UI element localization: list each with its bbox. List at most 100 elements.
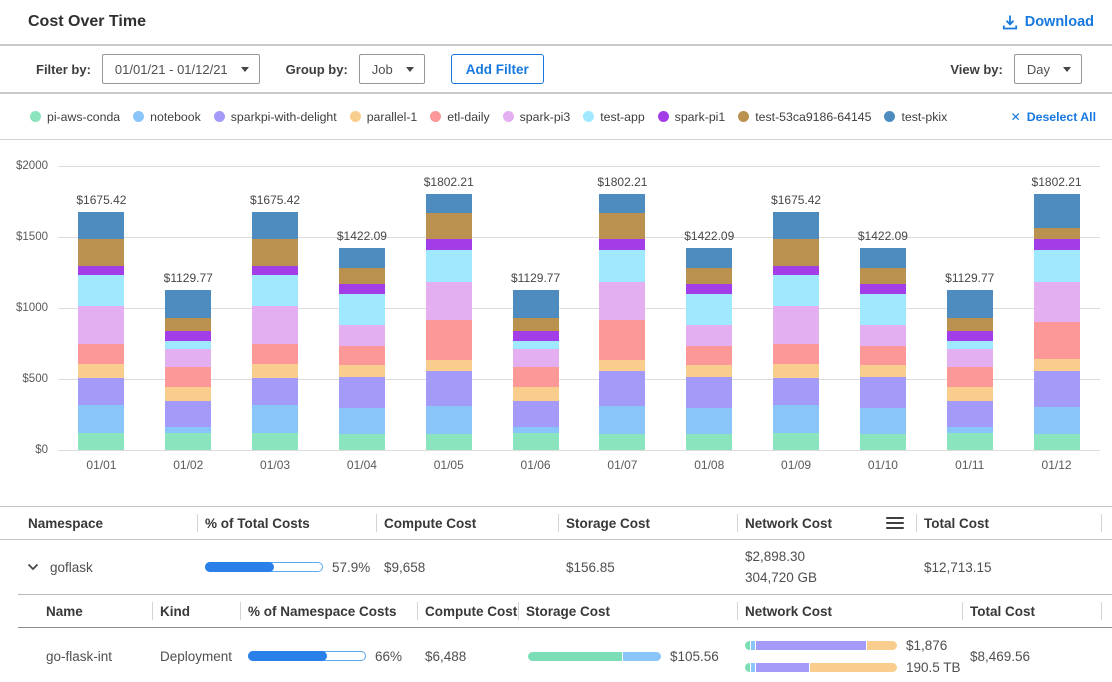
bar-segment-spark-pi3[interactable]: [860, 325, 906, 346]
bar-segment-etl-daily[interactable]: [339, 346, 385, 365]
bar-segment-test-53ca9186-64145[interactable]: [513, 318, 559, 331]
column-settings-icon[interactable]: [886, 517, 904, 529]
legend-item-spark-pi3[interactable]: spark-pi3: [503, 110, 571, 124]
view-by-select[interactable]: Day: [1014, 54, 1082, 84]
bar-segment-test-53ca9186-64145[interactable]: [78, 239, 124, 266]
bar-segment-test-pkix[interactable]: [78, 212, 124, 239]
bar-segment-notebook[interactable]: [78, 405, 124, 433]
bar-segment-sparkpi-with-delight[interactable]: [165, 401, 211, 427]
bar-segment-etl-daily[interactable]: [165, 367, 211, 387]
bar-segment-sparkpi-with-delight[interactable]: [78, 378, 124, 405]
bar-segment-spark-pi1[interactable]: [426, 239, 472, 250]
bar-segment-pi-aws-conda[interactable]: [686, 434, 732, 450]
bar-segment-pi-aws-conda[interactable]: [339, 434, 385, 450]
bar-segment-sparkpi-with-delight[interactable]: [947, 401, 993, 427]
bar-segment-test-53ca9186-64145[interactable]: [599, 213, 645, 240]
legend-item-test-app[interactable]: test-app: [583, 110, 644, 124]
legend-item-test-53ca9186-64145[interactable]: test-53ca9186-64145: [738, 110, 871, 124]
bar-segment-spark-pi1[interactable]: [947, 331, 993, 341]
bar-segment-spark-pi3[interactable]: [686, 325, 732, 346]
bar-segment-test-app[interactable]: [773, 275, 819, 306]
bar-segment-spark-pi3[interactable]: [599, 282, 645, 320]
bar-segment-spark-pi3[interactable]: [252, 306, 298, 344]
legend-item-parallel-1[interactable]: parallel-1: [350, 110, 418, 124]
legend-item-etl-daily[interactable]: etl-daily: [430, 110, 489, 124]
bar-segment-pi-aws-conda[interactable]: [1034, 434, 1080, 450]
bar-segment-test-app[interactable]: [78, 275, 124, 306]
bar-segment-test-app[interactable]: [947, 341, 993, 349]
bar-segment-sparkpi-with-delight[interactable]: [599, 371, 645, 406]
bar-segment-parallel-1[interactable]: [1034, 359, 1080, 371]
bar-segment-parallel-1[interactable]: [339, 365, 385, 377]
bar-segment-test-53ca9186-64145[interactable]: [947, 318, 993, 331]
bar-segment-parallel-1[interactable]: [860, 365, 906, 377]
bar-segment-test-53ca9186-64145[interactable]: [165, 318, 211, 331]
bar-segment-pi-aws-conda[interactable]: [78, 433, 124, 450]
bar-segment-parallel-1[interactable]: [773, 364, 819, 378]
bar-segment-sparkpi-with-delight[interactable]: [860, 377, 906, 408]
bar-segment-test-pkix[interactable]: [513, 290, 559, 318]
bar-segment-notebook[interactable]: [252, 405, 298, 433]
bar-segment-spark-pi1[interactable]: [78, 266, 124, 275]
namespace-expander[interactable]: goflask: [0, 560, 197, 575]
bar-segment-test-pkix[interactable]: [686, 248, 732, 268]
bar-segment-notebook[interactable]: [1034, 407, 1080, 435]
bar-segment-spark-pi3[interactable]: [1034, 282, 1080, 322]
bar-segment-notebook[interactable]: [426, 406, 472, 434]
bar-segment-sparkpi-with-delight[interactable]: [1034, 371, 1080, 407]
bar-segment-parallel-1[interactable]: [513, 387, 559, 401]
bar-segment-pi-aws-conda[interactable]: [165, 433, 211, 450]
bar-segment-etl-daily[interactable]: [252, 344, 298, 364]
bar-segment-test-53ca9186-64145[interactable]: [773, 239, 819, 266]
deselect-all-button[interactable]: ✕ Deselect All: [1011, 110, 1096, 124]
bar-segment-parallel-1[interactable]: [165, 387, 211, 401]
bar-segment-test-app[interactable]: [339, 294, 385, 325]
bar-segment-spark-pi1[interactable]: [686, 284, 732, 294]
bar-segment-pi-aws-conda[interactable]: [252, 433, 298, 450]
bar-segment-test-app[interactable]: [165, 341, 211, 349]
legend-item-spark-pi1[interactable]: spark-pi1: [658, 110, 726, 124]
bar-segment-etl-daily[interactable]: [513, 367, 559, 387]
download-button[interactable]: Download: [1002, 14, 1094, 30]
bar-segment-spark-pi3[interactable]: [947, 349, 993, 367]
bar-segment-spark-pi1[interactable]: [252, 266, 298, 275]
bar-segment-parallel-1[interactable]: [252, 364, 298, 378]
legend-item-pi-aws-conda[interactable]: pi-aws-conda: [30, 110, 120, 124]
add-filter-button[interactable]: Add Filter: [451, 54, 544, 84]
bar-segment-etl-daily[interactable]: [947, 367, 993, 387]
bar-segment-pi-aws-conda[interactable]: [599, 434, 645, 450]
bar-segment-notebook[interactable]: [339, 408, 385, 434]
bar-segment-test-pkix[interactable]: [339, 248, 385, 268]
bar-segment-test-pkix[interactable]: [773, 212, 819, 239]
bar-segment-spark-pi3[interactable]: [513, 349, 559, 367]
bar-segment-spark-pi1[interactable]: [165, 331, 211, 341]
bar-segment-spark-pi1[interactable]: [860, 284, 906, 294]
bar-segment-test-53ca9186-64145[interactable]: [339, 268, 385, 284]
bar-segment-spark-pi1[interactable]: [1034, 239, 1080, 250]
bar-segment-test-app[interactable]: [686, 294, 732, 325]
bar-segment-spark-pi1[interactable]: [513, 331, 559, 341]
bar-segment-parallel-1[interactable]: [686, 365, 732, 377]
bar-segment-test-pkix[interactable]: [860, 248, 906, 268]
bar-segment-notebook[interactable]: [165, 427, 211, 433]
bar-segment-spark-pi3[interactable]: [339, 325, 385, 346]
legend-item-notebook[interactable]: notebook: [133, 110, 201, 124]
bar-segment-etl-daily[interactable]: [1034, 322, 1080, 359]
bar-segment-test-app[interactable]: [1034, 250, 1080, 283]
bar-segment-notebook[interactable]: [773, 405, 819, 433]
group-by-select[interactable]: Job: [359, 54, 425, 84]
bar-segment-parallel-1[interactable]: [947, 387, 993, 401]
bar-segment-spark-pi1[interactable]: [599, 239, 645, 250]
bar-segment-test-pkix[interactable]: [165, 290, 211, 318]
bar-segment-test-app[interactable]: [513, 341, 559, 349]
bar-segment-pi-aws-conda[interactable]: [860, 434, 906, 450]
bar-segment-spark-pi3[interactable]: [773, 306, 819, 344]
bar-segment-etl-daily[interactable]: [599, 320, 645, 359]
bar-segment-spark-pi3[interactable]: [165, 349, 211, 367]
bar-segment-test-53ca9186-64145[interactable]: [860, 268, 906, 284]
bar-segment-test-app[interactable]: [252, 275, 298, 306]
bar-segment-notebook[interactable]: [599, 406, 645, 434]
bar-segment-test-pkix[interactable]: [252, 212, 298, 239]
bar-segment-sparkpi-with-delight[interactable]: [686, 377, 732, 408]
bar-segment-test-53ca9186-64145[interactable]: [1034, 228, 1080, 239]
